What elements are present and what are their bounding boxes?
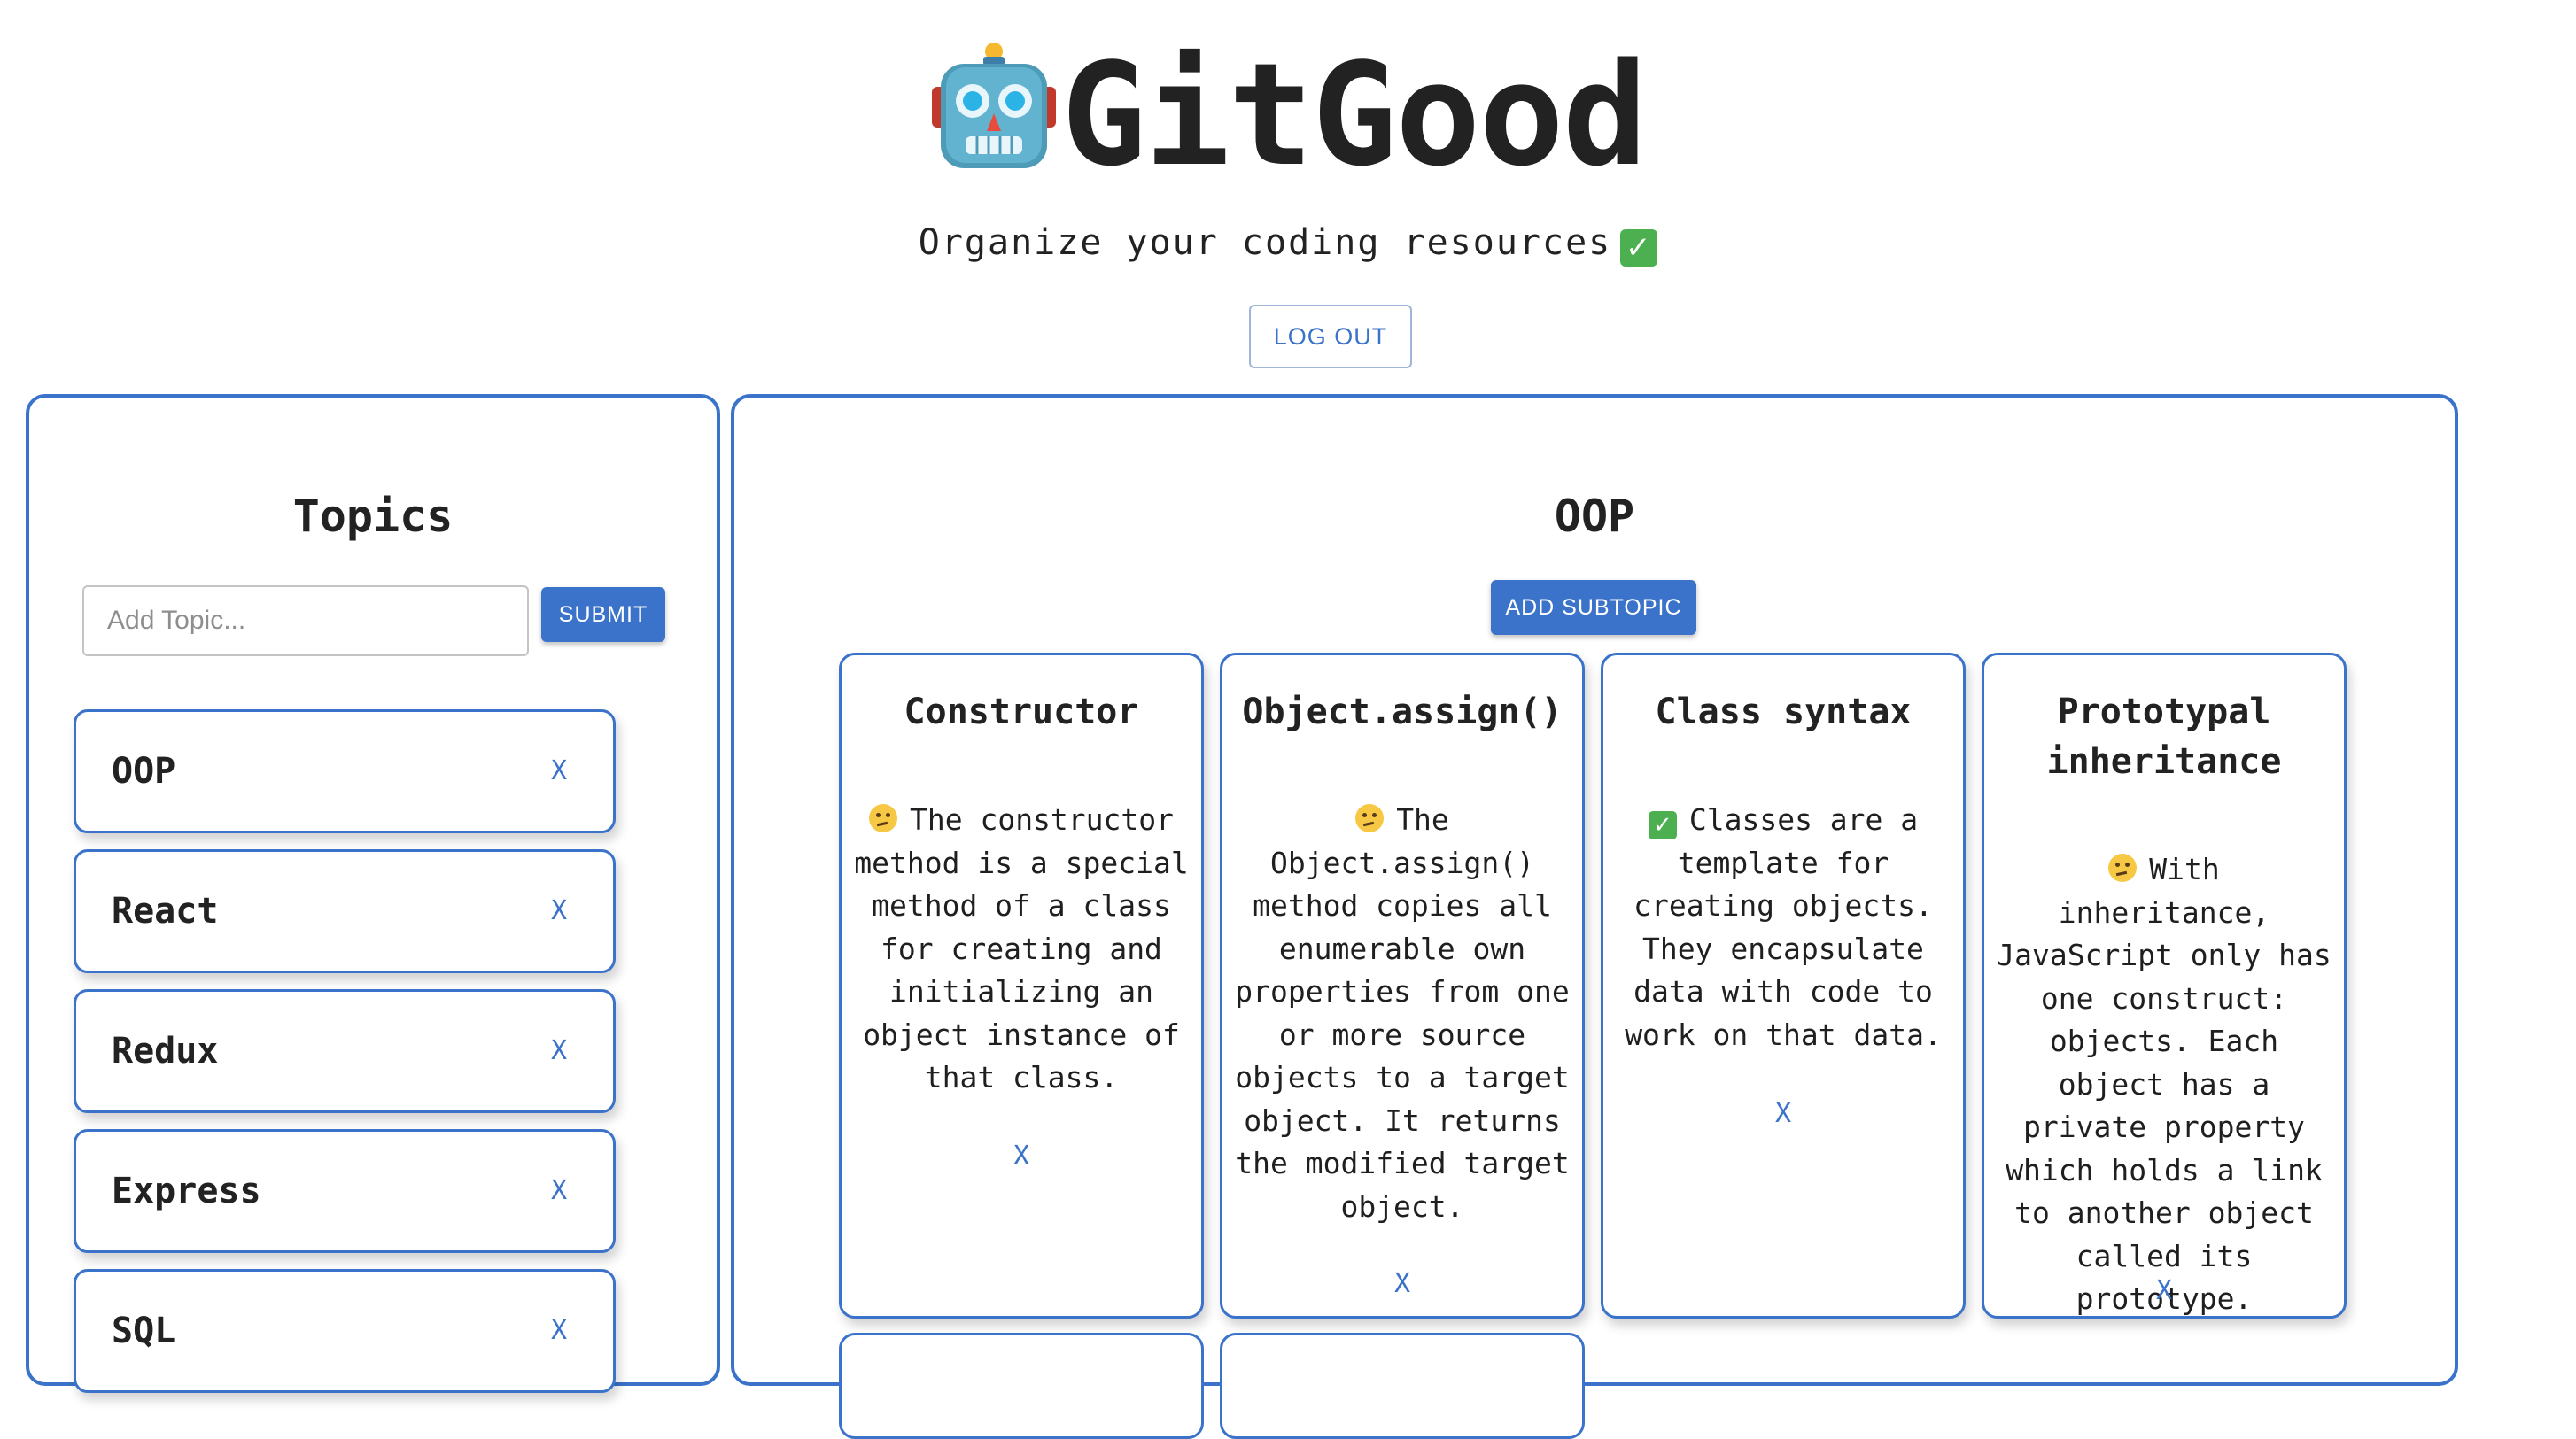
topic-label: OOP [112,751,176,792]
tagline-text: Organize your coding resources [918,222,1612,263]
add-subtopic-button[interactable]: ADD SUBTOPIC [1491,580,1696,635]
logout-button[interactable]: LOG OUT [1249,305,1412,368]
subtopic-title: Object.assign() [1242,692,1563,732]
topic-item-redux[interactable]: Redux X [74,989,616,1113]
topic-label: Express [112,1171,261,1211]
app-title: GitGood [0,35,2576,205]
selected-topic-heading: OOP [1554,491,1635,542]
remove-topic-button[interactable]: X [551,712,567,831]
thinking-face-icon [2108,854,2138,882]
thinking-face-icon [868,804,897,832]
topic-label: SQL [112,1311,176,1351]
topics-panel: Topics SUBMIT OOP X React X Redux X Expr… [26,394,720,1393]
remove-subtopic-button[interactable]: X [1222,1268,1582,1299]
topic-label: React [112,891,219,932]
subtopic-description: The constructor method is a special meth… [852,799,1191,1100]
remove-topic-button[interactable]: X [551,852,567,971]
remove-topic-button[interactable]: X [551,992,567,1110]
topic-list: OOP X React X Redux X Express X SQL X [74,709,616,1409]
remove-subtopic-button[interactable]: X [1603,1098,1963,1129]
topic-item-oop[interactable]: OOP X [74,709,616,833]
subtopic-card-prototypal-inheritance: Prototypal inheritance With inheritance,… [1982,653,2347,1319]
subtopic-title: Prototypal inheritance [2046,692,2282,782]
robot-face-icon [930,41,1058,205]
remove-subtopic-button[interactable]: X [842,1141,1201,1172]
topics-heading: Topics [292,491,454,542]
app-title-text: GitGood [1060,32,1648,197]
submit-topic-button[interactable]: SUBMIT [541,587,665,642]
subtopic-card-class-syntax: Class syntax ✓ Classes are a template for… [1601,653,1966,1319]
remove-topic-button[interactable]: X [551,1132,567,1250]
remove-subtopic-button[interactable]: X [1984,1275,2344,1306]
subtopics-panel: OOP ADD SUBTOPIC Constructor The constru… [731,394,2458,1439]
subtopic-description-text: The Object.assign() method copies all en… [1235,802,1570,1224]
topic-item-react[interactable]: React X [74,849,616,973]
check-mark-icon: ✓ [1620,229,1658,267]
topic-label: Redux [112,1031,219,1072]
subtopic-description: ✓ Classes are a template for creating obj… [1614,799,1952,1056]
subtopic-title: Constructor [904,692,1139,732]
add-topic-input[interactable] [82,585,529,656]
subtopic-description-text: Classes are a template for creating obje… [1625,802,1942,1052]
subtopic-description: With inheritance, JavaScript only has on… [1995,848,2333,1321]
subtopic-card [839,1333,1204,1439]
subtopic-title: Class syntax [1655,692,1912,732]
subtopic-card [1220,1333,1585,1439]
subtopic-description-text: The constructor method is a special meth… [854,802,1189,1095]
thinking-face-icon [1355,804,1385,832]
subtopic-description-text: With inheritance, JavaScript only has on… [1997,852,2332,1316]
subtopic-card-constructor: Constructor The constructor method is a … [839,653,1204,1319]
check-mark-icon: ✓ [1648,811,1677,839]
subtopic-card-object-assign: Object.assign() The Object.assign() meth… [1220,653,1585,1319]
subtopic-description: The Object.assign() method copies all en… [1233,799,1571,1228]
topic-item-sql[interactable]: SQL X [74,1269,616,1393]
remove-topic-button[interactable]: X [551,1272,567,1390]
topic-item-express[interactable]: Express X [74,1129,616,1253]
tagline: Organize your coding resources ✓ [0,220,2576,267]
